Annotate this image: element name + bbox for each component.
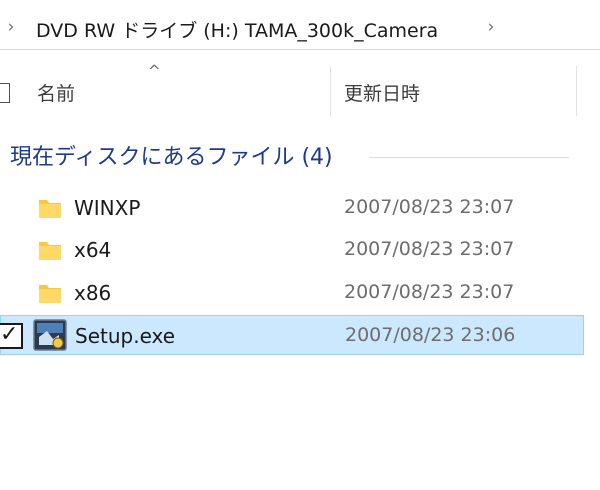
- folder-icon: [39, 285, 61, 303]
- file-row[interactable]: x64 2007/08/23 23:07: [0, 230, 584, 270]
- address-bar[interactable]: › DVD RW ドライブ (H:) TAMA_300k_Camera ›: [0, 5, 600, 50]
- column-header-date[interactable]: 更新日時: [344, 79, 420, 106]
- column-header-name[interactable]: 名前: [37, 79, 75, 106]
- select-all-checkbox[interactable]: [0, 83, 10, 103]
- file-date: 2007/08/23 23:06: [345, 324, 516, 346]
- sort-up-icon: ^: [148, 62, 161, 80]
- file-date: 2007/08/23 23:07: [344, 196, 515, 218]
- setup-exe-icon: [33, 319, 67, 351]
- file-name[interactable]: x64: [74, 238, 111, 262]
- file-date: 2007/08/23 23:07: [344, 281, 515, 303]
- column-divider[interactable]: [576, 66, 577, 116]
- chevron-right-icon[interactable]: ›: [484, 19, 498, 36]
- folder-icon: [39, 200, 61, 218]
- file-row-selected[interactable]: ✓ Setup.exe 2007/08/23 23:06: [0, 315, 584, 355]
- row-checkbox[interactable]: ✓: [0, 323, 23, 349]
- file-name[interactable]: Setup.exe: [75, 324, 175, 348]
- group-header[interactable]: 現在ディスクにあるファイル (4): [10, 139, 333, 171]
- column-divider[interactable]: [330, 66, 331, 116]
- file-row[interactable]: x86 2007/08/23 23:07: [0, 273, 584, 313]
- file-name[interactable]: WINXP: [74, 196, 140, 220]
- checkmark-icon: ✓: [0, 322, 19, 347]
- column-header: [0, 50, 600, 130]
- breadcrumb[interactable]: DVD RW ドライブ (H:) TAMA_300k_Camera: [36, 16, 438, 43]
- file-row[interactable]: WINXP 2007/08/23 23:07: [0, 188, 584, 228]
- folder-icon: [39, 242, 61, 260]
- chevron-right-icon[interactable]: ›: [4, 19, 18, 36]
- file-name[interactable]: x86: [74, 281, 111, 305]
- group-divider: [369, 157, 569, 158]
- file-date: 2007/08/23 23:07: [344, 238, 515, 260]
